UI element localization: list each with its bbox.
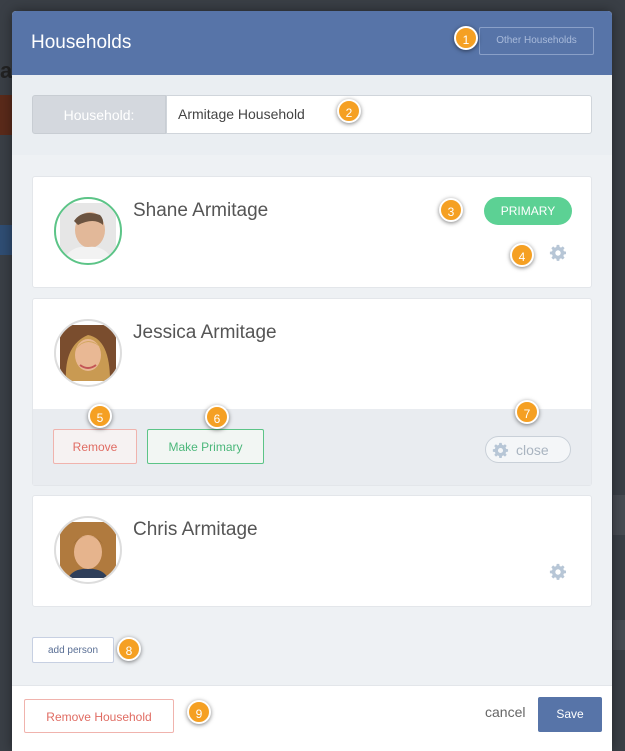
- close-label: close: [516, 442, 549, 458]
- member-card-jessica: Jessica Armitage Remove Make Primary clo…: [32, 298, 592, 486]
- primary-badge: PRIMARY: [484, 197, 572, 225]
- background-fragment: [613, 620, 625, 650]
- modal-footer: Remove Household cancel Save: [12, 685, 612, 751]
- gear-icon[interactable]: [549, 563, 567, 581]
- callout-marker: 7: [515, 400, 539, 424]
- member-actions-panel: Remove Make Primary close: [33, 409, 591, 485]
- household-name-section: Household: Armitage Household: [12, 75, 612, 155]
- household-label: Household:: [32, 95, 166, 134]
- member-name: Jessica Armitage: [133, 322, 277, 343]
- member-name: Chris Armitage: [133, 519, 258, 540]
- callout-marker: 9: [187, 700, 211, 724]
- background-fragment: [0, 95, 12, 135]
- save-button[interactable]: Save: [538, 697, 602, 732]
- household-name-input[interactable]: Armitage Household: [166, 95, 592, 134]
- avatar: [54, 319, 122, 387]
- avatar-photo: [60, 325, 116, 381]
- callout-marker: 8: [117, 637, 141, 661]
- member-card-shane: Shane Armitage PRIMARY: [32, 176, 592, 288]
- avatar-photo: [60, 203, 116, 259]
- avatar-photo: [60, 522, 116, 578]
- callout-marker: 6: [205, 405, 229, 429]
- modal-header: Households Other Households: [12, 11, 612, 75]
- member-card-chris: Chris Armitage: [32, 495, 592, 607]
- background-fragment: [613, 495, 625, 535]
- households-modal: Households Other Households Household: A…: [12, 11, 612, 751]
- add-person-button[interactable]: add person: [32, 637, 114, 663]
- remove-household-button[interactable]: Remove Household: [24, 699, 174, 733]
- callout-marker: 1: [454, 26, 478, 50]
- close-actions-button[interactable]: close: [485, 436, 571, 463]
- gear-icon: [492, 441, 509, 458]
- modal-title: Households: [31, 32, 132, 53]
- make-primary-button[interactable]: Make Primary: [147, 429, 264, 464]
- avatar: [54, 197, 122, 265]
- avatar: [54, 516, 122, 584]
- other-households-button[interactable]: Other Households: [479, 27, 594, 55]
- member-name: Shane Armitage: [133, 200, 269, 221]
- callout-marker: 4: [510, 243, 534, 267]
- background-fragment: a: [0, 58, 13, 83]
- cancel-button[interactable]: cancel: [485, 704, 525, 720]
- remove-member-button[interactable]: Remove: [53, 429, 137, 464]
- callout-marker: 5: [88, 404, 112, 428]
- callout-marker: 3: [439, 198, 463, 222]
- callout-marker: 2: [337, 99, 361, 123]
- gear-icon[interactable]: [549, 244, 567, 262]
- background-fragment: [0, 225, 12, 255]
